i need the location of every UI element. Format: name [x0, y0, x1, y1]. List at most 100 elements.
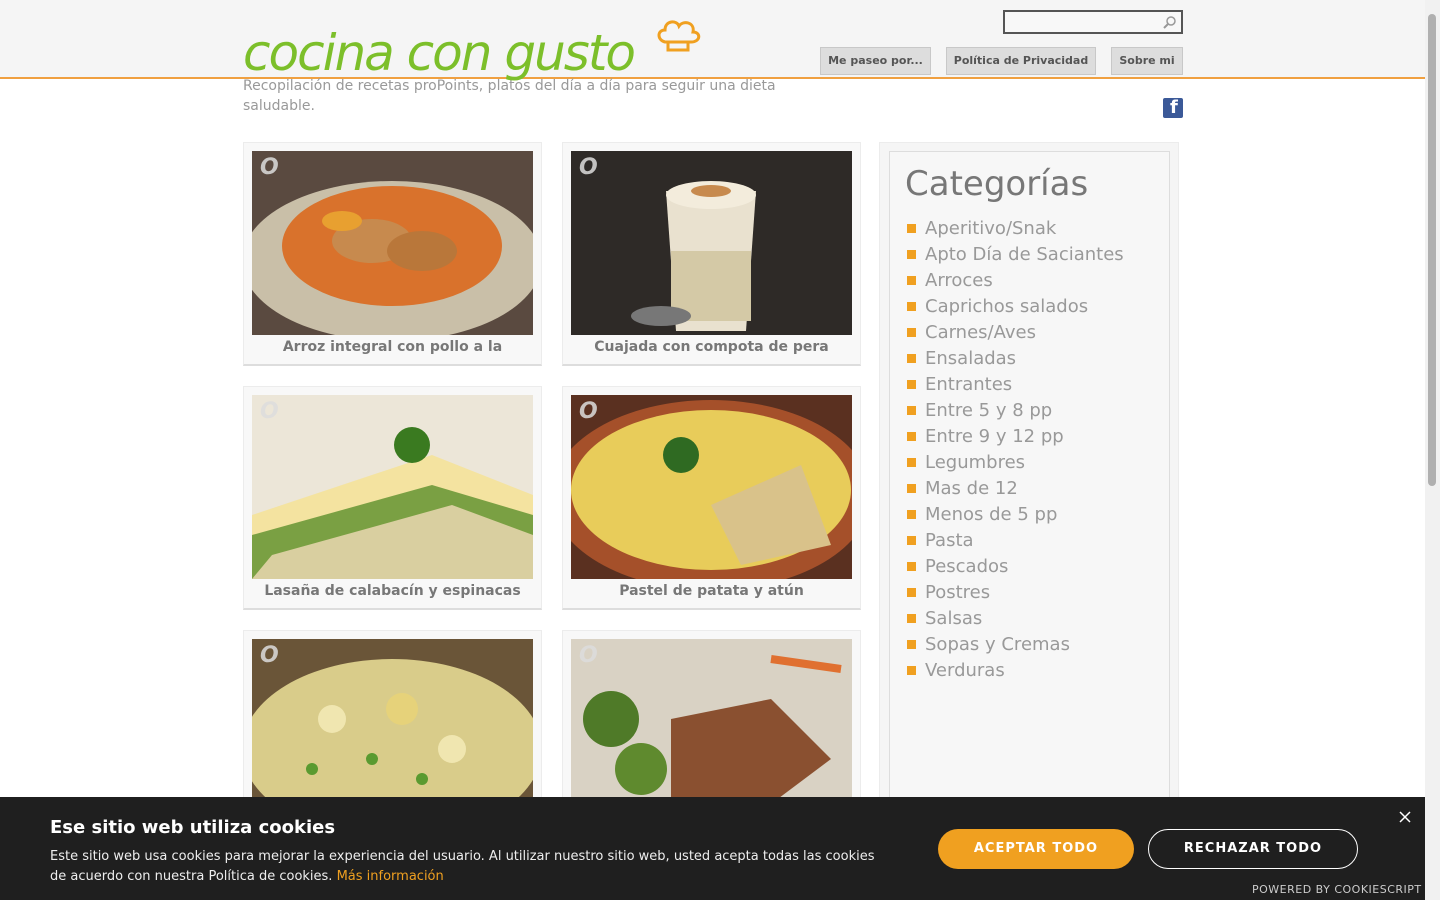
category-item[interactable]: Carnes/Aves: [907, 320, 1124, 346]
category-item[interactable]: Arroces: [907, 268, 1124, 294]
category-item[interactable]: Entre 5 y 8 pp: [907, 398, 1124, 424]
category-item[interactable]: Aperitivo/Snak: [907, 216, 1124, 242]
top-nav: Me paseo por... Política de Privacidad S…: [0, 47, 1425, 76]
category-item[interactable]: Entrantes: [907, 372, 1124, 398]
bullet-icon: [907, 406, 916, 415]
sidebar-panel: Categorías Aperitivo/Snak Apto Día de Sa…: [889, 151, 1170, 831]
category-item[interactable]: Ensaladas: [907, 346, 1124, 372]
category-link[interactable]: Pescados: [925, 556, 1008, 577]
recipe-title[interactable]: Cuajada con compota de pera: [563, 339, 860, 355]
category-link[interactable]: Mas de 12: [925, 478, 1018, 499]
category-link[interactable]: Pasta: [925, 530, 974, 551]
category-link[interactable]: Postres: [925, 582, 990, 603]
category-link[interactable]: Caprichos salados: [925, 296, 1088, 317]
recipe-image[interactable]: O: [571, 151, 852, 335]
category-item[interactable]: Pasta: [907, 528, 1124, 554]
recipe-image[interactable]: O: [252, 151, 533, 335]
category-link[interactable]: Entre 5 y 8 pp: [925, 400, 1052, 421]
recipe-card[interactable]: O Cuajada con compota de pera: [562, 142, 861, 366]
category-item[interactable]: Salsas: [907, 606, 1124, 632]
recipe-title[interactable]: Arroz integral con pollo a la: [244, 339, 541, 355]
category-item[interactable]: Legumbres: [907, 450, 1124, 476]
bullet-icon: [907, 328, 916, 337]
search-icon[interactable]: [1163, 15, 1177, 29]
recipe-card[interactable]: O Lasaña de calabacín y espinacas: [243, 386, 542, 610]
category-list: Aperitivo/Snak Apto Día de Saciantes Arr…: [907, 216, 1124, 684]
powered-by[interactable]: POWERED BY COOKIESCRIPT: [1252, 883, 1422, 896]
category-item[interactable]: Sopas y Cremas: [907, 632, 1124, 658]
category-item[interactable]: Postres: [907, 580, 1124, 606]
category-item[interactable]: Caprichos salados: [907, 294, 1124, 320]
bullet-icon: [907, 614, 916, 623]
more-info-link[interactable]: Más información: [337, 869, 444, 884]
page-scrollbar[interactable]: [1425, 0, 1440, 900]
recipe-image[interactable]: O: [571, 639, 852, 823]
watermark-icon: O: [579, 155, 598, 180]
accept-all-button[interactable]: ACEPTAR TODO: [938, 829, 1134, 869]
category-item[interactable]: Verduras: [907, 658, 1124, 684]
nav-me-paseo[interactable]: Me paseo por...: [820, 47, 931, 75]
search-input[interactable]: [1005, 13, 1155, 33]
recipe-image[interactable]: O: [252, 639, 533, 823]
cookie-message: Este sitio web usa cookies para mejorar …: [50, 849, 875, 884]
bullet-icon: [907, 276, 916, 285]
bullet-icon: [907, 354, 916, 363]
cookie-text: Este sitio web usa cookies para mejorar …: [50, 847, 880, 887]
category-link[interactable]: Menos de 5 pp: [925, 504, 1057, 525]
site-logo[interactable]: cocina con gusto: [243, 18, 703, 98]
category-link[interactable]: Verduras: [925, 660, 1005, 681]
watermark-icon: O: [579, 643, 598, 668]
watermark-icon: O: [260, 643, 279, 668]
category-item[interactable]: Entre 9 y 12 pp: [907, 424, 1124, 450]
category-link[interactable]: Carnes/Aves: [925, 322, 1036, 343]
category-link[interactable]: Aperitivo/Snak: [925, 218, 1056, 239]
bullet-icon: [907, 224, 916, 233]
categories-title: Categorías: [905, 164, 1089, 204]
category-item[interactable]: Menos de 5 pp: [907, 502, 1124, 528]
recipe-title[interactable]: Pastel de patata y atún: [563, 583, 860, 599]
category-link[interactable]: Sopas y Cremas: [925, 634, 1070, 655]
category-link[interactable]: Salsas: [925, 608, 982, 629]
nav-privacidad[interactable]: Política de Privacidad: [946, 47, 1096, 75]
close-icon[interactable]: [1397, 809, 1413, 825]
facebook-icon[interactable]: f: [1163, 97, 1183, 118]
bullet-icon: [907, 380, 916, 389]
sidebar: Categorías Aperitivo/Snak Apto Día de Sa…: [879, 142, 1179, 831]
bullet-icon: [907, 588, 916, 597]
bullet-icon: [907, 666, 916, 675]
category-link[interactable]: Apto Día de Saciantes: [925, 244, 1124, 265]
watermark-icon: O: [260, 155, 279, 180]
scrollbar-thumb[interactable]: [1428, 14, 1436, 486]
category-link[interactable]: Legumbres: [925, 452, 1025, 473]
category-link[interactable]: Ensaladas: [925, 348, 1016, 369]
search-box[interactable]: [1003, 10, 1183, 34]
bullet-icon: [907, 458, 916, 467]
bullet-icon: [907, 302, 916, 311]
recipe-card[interactable]: O Arroz integral con pollo a la: [243, 142, 542, 366]
recipe-title[interactable]: Lasaña de calabacín y espinacas: [244, 583, 541, 599]
bullet-icon: [907, 536, 916, 545]
category-link[interactable]: Entre 9 y 12 pp: [925, 426, 1064, 447]
bullet-icon: [907, 484, 916, 493]
watermark-icon: O: [260, 399, 279, 424]
category-item[interactable]: Apto Día de Saciantes: [907, 242, 1124, 268]
bullet-icon: [907, 562, 916, 571]
watermark-icon: O: [579, 399, 598, 424]
bullet-icon: [907, 510, 916, 519]
category-item[interactable]: Mas de 12: [907, 476, 1124, 502]
cookie-title: Ese sitio web utiliza cookies: [50, 817, 336, 838]
category-link[interactable]: Entrantes: [925, 374, 1012, 395]
chef-hat-icon: [657, 20, 701, 52]
nav-sobre-mi[interactable]: Sobre mi: [1111, 47, 1183, 75]
recipe-image[interactable]: O: [252, 395, 533, 579]
recipe-card[interactable]: O Pastel de patata y atún: [562, 386, 861, 610]
recipe-image[interactable]: O: [571, 395, 852, 579]
reject-all-button[interactable]: RECHAZAR TODO: [1148, 829, 1358, 869]
category-item[interactable]: Pescados: [907, 554, 1124, 580]
cookie-banner: Ese sitio web utiliza cookies Este sitio…: [0, 797, 1425, 900]
category-link[interactable]: Arroces: [925, 270, 993, 291]
logo-text: cocina con gusto: [243, 24, 636, 82]
bullet-icon: [907, 640, 916, 649]
bullet-icon: [907, 432, 916, 441]
bullet-icon: [907, 250, 916, 259]
